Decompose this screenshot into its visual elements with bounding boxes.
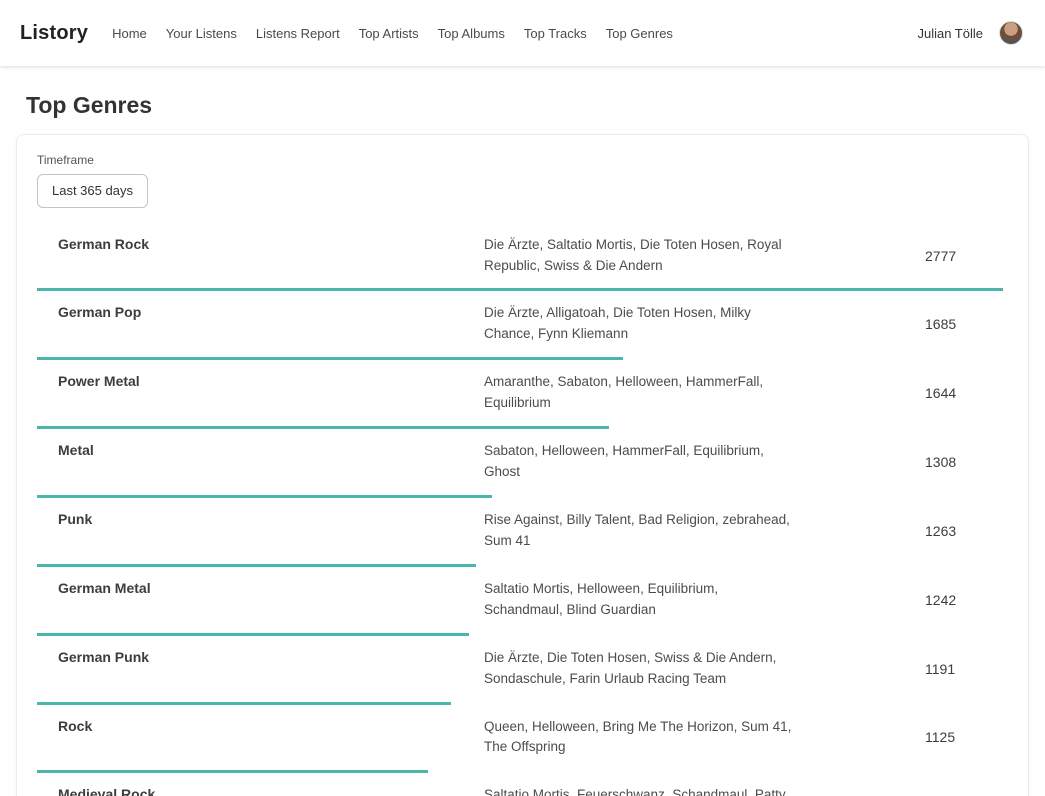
genre-artists: Die Ärzte, Alligatoah, Die Toten Hosen, … [484, 303, 794, 345]
page-title: Top Genres [26, 92, 1029, 119]
genre-artists: Saltatio Mortis, Feuerschwanz, Schandmau… [484, 785, 794, 796]
genre-row: Power Metal Amaranthe, Sabaton, Hellowee… [37, 360, 1008, 429]
timeframe-select-button[interactable]: Last 365 days [37, 174, 148, 208]
genre-artists: Saltatio Mortis, Helloween, Equilibrium,… [484, 579, 794, 621]
genre-count: 1191 [794, 661, 1008, 677]
genre-name: German Punk [37, 648, 484, 665]
genre-artists: Sabaton, Helloween, HammerFall, Equilibr… [484, 441, 794, 483]
genre-count: 1242 [794, 592, 1008, 608]
genre-count: 1685 [794, 316, 1008, 332]
genre-count: 2777 [794, 248, 1008, 264]
app-logo[interactable]: Listory [20, 22, 88, 45]
genre-row: German Metal Saltatio Mortis, Helloween,… [37, 567, 1008, 636]
genre-row: German Punk Die Ärzte, Die Toten Hosen, … [37, 636, 1008, 705]
top-nav: Listory Home Your Listens Listens Report… [0, 0, 1045, 66]
nav-item-top-artists[interactable]: Top Artists [359, 26, 419, 41]
top-genres-card: Timeframe Last 365 days German Rock Die … [16, 134, 1029, 796]
genre-row: Metal Sabaton, Helloween, HammerFall, Eq… [37, 429, 1008, 498]
genre-name: German Metal [37, 579, 484, 596]
user-name[interactable]: Julian Tölle [917, 26, 983, 41]
genre-name: German Rock [37, 235, 484, 252]
genre-name: Power Metal [37, 372, 484, 389]
genre-row: German Pop Die Ärzte, Alligatoah, Die To… [37, 291, 1008, 360]
genre-count: 1308 [794, 454, 1008, 470]
genre-count: 1644 [794, 385, 1008, 401]
genre-artists: Die Ärzte, Die Toten Hosen, Swiss & Die … [484, 648, 794, 690]
timeframe-label: Timeframe [37, 153, 1008, 167]
main-content: Top Genres Timeframe Last 365 days Germa… [0, 92, 1045, 796]
nav-item-top-genres[interactable]: Top Genres [606, 26, 673, 41]
genre-count: 1125 [794, 729, 1008, 745]
genre-row: Punk Rise Against, Billy Talent, Bad Rel… [37, 498, 1008, 567]
nav-item-top-albums[interactable]: Top Albums [438, 26, 505, 41]
genre-table: German Rock Die Ärzte, Saltatio Mortis, … [37, 223, 1008, 796]
genre-row: Rock Queen, Helloween, Bring Me The Hori… [37, 705, 1008, 774]
genre-count: 1263 [794, 523, 1008, 539]
nav-item-your-listens[interactable]: Your Listens [166, 26, 237, 41]
genre-name: Metal [37, 441, 484, 458]
genre-name: Punk [37, 510, 484, 527]
nav-item-top-tracks[interactable]: Top Tracks [524, 26, 587, 41]
timeframe-filter: Timeframe Last 365 days [37, 153, 1008, 208]
user-avatar[interactable] [999, 21, 1023, 45]
genre-row: Medieval Rock Saltatio Mortis, Feuerschw… [37, 773, 1008, 796]
genre-artists: Queen, Helloween, Bring Me The Horizon, … [484, 717, 794, 759]
nav-item-listens-report[interactable]: Listens Report [256, 26, 340, 41]
genre-artists: Die Ärzte, Saltatio Mortis, Die Toten Ho… [484, 235, 794, 277]
genre-name: Rock [37, 717, 484, 734]
nav-item-home[interactable]: Home [112, 26, 147, 41]
genre-artists: Rise Against, Billy Talent, Bad Religion… [484, 510, 794, 552]
genre-artists: Amaranthe, Sabaton, Helloween, HammerFal… [484, 372, 794, 414]
nav-links: Home Your Listens Listens Report Top Art… [112, 26, 673, 41]
genre-name: German Pop [37, 303, 484, 320]
genre-row: German Rock Die Ärzte, Saltatio Mortis, … [37, 223, 1008, 292]
genre-name: Medieval Rock [37, 785, 484, 796]
